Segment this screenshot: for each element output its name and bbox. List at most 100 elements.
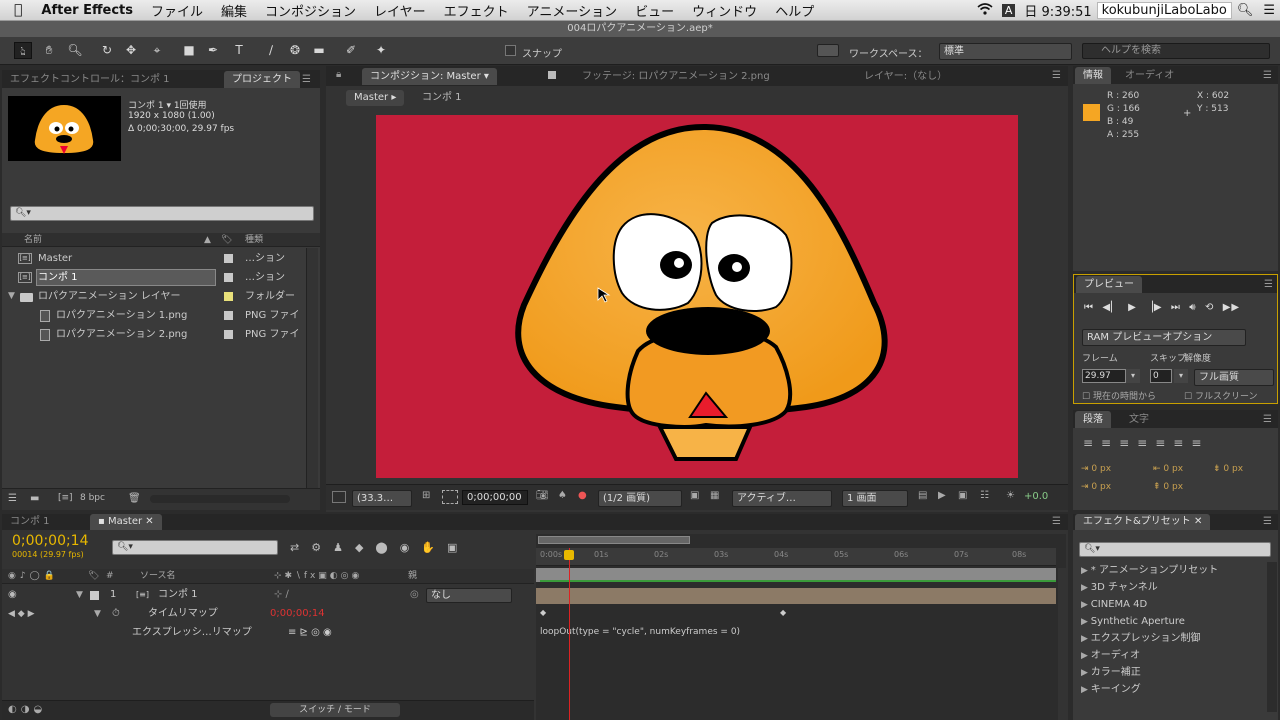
first-frame-icon[interactable]: ⏮: [1084, 302, 1094, 313]
eye-icon[interactable]: ◉: [8, 586, 17, 604]
menu-view[interactable]: ビュー: [626, 1, 683, 20]
tab-project[interactable]: プロジェクト: [224, 71, 300, 88]
toggle-pixel-aspect-icon[interactable]: ▤: [918, 490, 927, 501]
prev-frame-icon[interactable]: ◀▏: [1102, 302, 1119, 313]
apple-icon[interactable]: : [0, 2, 32, 18]
panel-menu-icon[interactable]: ☰: [1263, 414, 1272, 425]
new-folder-icon[interactable]: ▬: [30, 493, 39, 504]
wifi-icon[interactable]: [972, 2, 998, 19]
show-snapshot-icon[interactable]: ♠: [558, 490, 567, 501]
next-frame-icon[interactable]: ▕▶: [1145, 302, 1162, 313]
layer-name[interactable]: コンポ 1: [158, 586, 198, 604]
skip-input[interactable]: 0: [1150, 369, 1172, 383]
breadcrumb-comp[interactable]: コンポ 1: [422, 90, 462, 106]
col-type[interactable]: 種類: [245, 233, 263, 247]
timeline-vertical-scrollbar[interactable]: [1058, 568, 1066, 720]
indent-left[interactable]: ⇥ 0 px: [1081, 464, 1111, 474]
roto-tool-icon[interactable]: ✐: [342, 42, 360, 59]
frame-rate-dropdown[interactable]: ▾: [1126, 369, 1140, 383]
timeline-switch-icons[interactable]: ⇄⚙♟◆⬤◉✋▣: [290, 541, 469, 554]
current-time-indicator[interactable]: [569, 548, 570, 720]
tab-preview[interactable]: プレビュー: [1076, 276, 1142, 293]
project-item[interactable]: ロパクアニメーション 1.png PNG ファイ: [2, 306, 302, 325]
horizontal-scrollbar[interactable]: [150, 495, 290, 503]
selection-tool-icon[interactable]: 👆︎: [14, 42, 32, 59]
menu-layer[interactable]: レイヤー: [365, 1, 435, 20]
transparency-grid-icon[interactable]: ▦: [710, 490, 719, 501]
effect-category[interactable]: ▶ CINEMA 4D: [1081, 596, 1147, 613]
list-icon[interactable]: ☰: [1258, 3, 1280, 18]
menu-help[interactable]: ヘルプ: [766, 1, 823, 20]
rotate-tool-icon[interactable]: ↻: [98, 42, 116, 59]
expression-controls[interactable]: ≡ ⊵ ◎ ◉: [288, 624, 332, 642]
loop-icon[interactable]: ⟲: [1205, 302, 1214, 313]
indent-right[interactable]: ⇤ 0 px: [1153, 464, 1183, 474]
viewer-canvas[interactable]: [376, 115, 1018, 478]
col-name[interactable]: 名前: [24, 233, 42, 247]
timeline-icon[interactable]: ▣: [958, 490, 967, 501]
play-icon[interactable]: ▶: [1128, 302, 1137, 313]
pen-tool-icon[interactable]: ✒: [204, 42, 222, 59]
keyframe-start[interactable]: ◆: [540, 608, 546, 617]
effects-scrollbar[interactable]: [1267, 562, 1277, 712]
menu-animation[interactable]: アニメーション: [518, 1, 626, 20]
layer-bar[interactable]: [536, 588, 1056, 604]
camera-tool-icon[interactable]: ✥: [122, 42, 140, 59]
menu-edit[interactable]: 編集: [212, 1, 256, 20]
rectangle-tool-icon[interactable]: ■: [180, 42, 198, 59]
menubar-clock[interactable]: 日 9:39:51: [1019, 1, 1096, 20]
effect-category[interactable]: ▶ Synthetic Aperture: [1081, 613, 1185, 630]
breadcrumb-master[interactable]: Master ▸: [346, 90, 405, 106]
project-scrollbar[interactable]: [306, 248, 318, 500]
snapshot-icon[interactable]: 📷︎: [536, 490, 549, 501]
resolution-select[interactable]: (1/2 画質): [598, 490, 682, 507]
eraser-tool-icon[interactable]: ▬: [310, 42, 328, 59]
tab-character[interactable]: 文字: [1121, 411, 1157, 428]
panel-menu-icon[interactable]: ☰: [1052, 516, 1061, 527]
exposure-icon[interactable]: ☀: [1006, 490, 1015, 501]
bpc-label[interactable]: 8 bpc: [80, 493, 105, 503]
space-after[interactable]: ⇟ 0 px: [1213, 464, 1243, 474]
playhead-handle[interactable]: [564, 550, 574, 560]
project-search-input[interactable]: 🔍︎▾: [10, 206, 314, 221]
type-tool-icon[interactable]: T: [230, 42, 248, 59]
panel-menu-icon[interactable]: ☰: [1263, 516, 1272, 527]
interpret-footage-icon[interactable]: ☰: [8, 493, 17, 504]
effects-search-input[interactable]: 🔍︎▾: [1079, 542, 1271, 557]
tab-footage[interactable]: フッテージ: ロパクアニメーション 2.png: [574, 68, 778, 85]
timeline-graph-area[interactable]: 0:00s 01s 02s 03s 04s 05s 06s 07s 08s ◆ …: [536, 534, 1066, 720]
last-frame-icon[interactable]: ⏭: [1171, 302, 1181, 313]
space-before[interactable]: ⇞ 0 px: [1153, 482, 1183, 492]
av-switch-icons[interactable]: ◉♪◯🔒: [8, 569, 59, 583]
parent-select[interactable]: なし: [426, 588, 512, 603]
tab-timeline-comp1[interactable]: コンポ 1: [2, 514, 58, 530]
zoom-tool-icon[interactable]: 🔍︎: [66, 42, 84, 59]
menu-file[interactable]: ファイル: [142, 1, 212, 20]
project-item-selected[interactable]: [≡] コンポ 1 …ション: [2, 268, 302, 287]
exposure-value[interactable]: +0.0: [1024, 491, 1048, 502]
panel-menu-icon[interactable]: ☰: [302, 74, 311, 85]
tab-info[interactable]: 情報: [1075, 67, 1111, 84]
disclosure-triangle-icon[interactable]: ▼: [8, 287, 15, 306]
frame-rate-input[interactable]: 29.97: [1082, 369, 1126, 383]
lock-icon[interactable]: 🔒︎: [336, 69, 341, 80]
property-twirl-icon[interactable]: ▼: [94, 605, 101, 623]
brush-tool-icon[interactable]: ∕: [262, 42, 280, 59]
skip-dropdown[interactable]: ▾: [1174, 369, 1188, 383]
collapse-switch[interactable]: ⊹ ∕: [274, 586, 289, 604]
resolution-select[interactable]: フル画質: [1194, 369, 1274, 386]
workspace-icon[interactable]: [817, 44, 839, 57]
footer-icons[interactable]: ◐◑◒: [8, 704, 46, 715]
indent-first[interactable]: ⇥ 0 px: [1081, 482, 1111, 492]
project-folder[interactable]: ▼ ロパクアニメーション レイヤー フォルダー: [2, 287, 302, 306]
keyframe-nav-icon[interactable]: ◀ ◆ ▶: [8, 605, 35, 623]
property-row[interactable]: ◀ ◆ ▶ ▼ ⏱ タイムリマップ 0;00;00;14: [2, 605, 534, 623]
help-search-input[interactable]: ヘルプを検索: [1082, 43, 1270, 59]
project-item[interactable]: [≡] Master …ション: [2, 249, 302, 268]
ram-preview-options[interactable]: RAM プレビューオプション: [1082, 329, 1246, 346]
effect-category[interactable]: ▶ 3D チャンネル: [1081, 579, 1158, 596]
mute-icon[interactable]: 🔊︎: [1189, 302, 1196, 313]
new-comp-icon[interactable]: [≡]: [58, 493, 73, 503]
views-select[interactable]: 1 画面: [842, 490, 908, 507]
expression-row[interactable]: エクスプレッシ…リマップ ≡ ⊵ ◎ ◉: [2, 624, 534, 642]
